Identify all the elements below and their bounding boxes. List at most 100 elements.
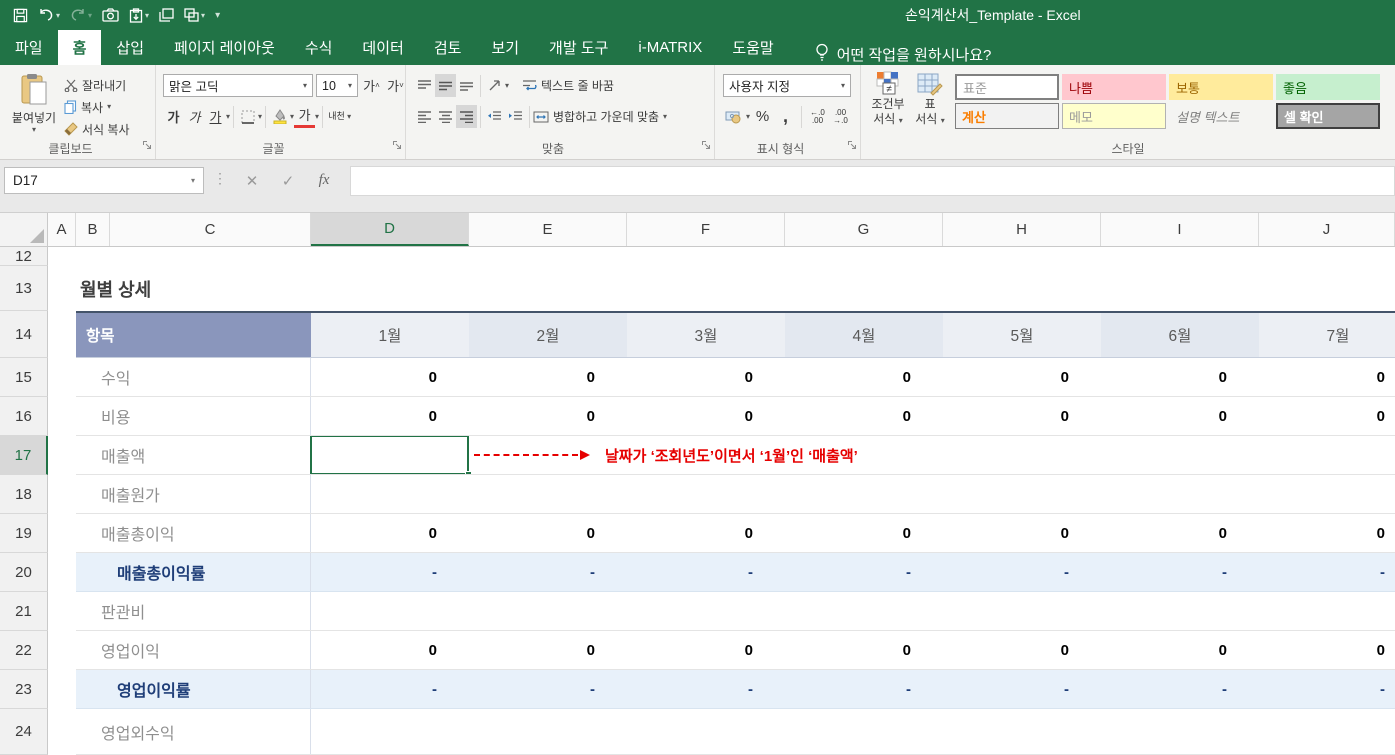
value-cell[interactable] xyxy=(785,475,943,513)
tab-페이지 레이아웃[interactable]: 페이지 레이아웃 xyxy=(159,30,290,65)
row-header-14[interactable]: 14 xyxy=(0,311,48,358)
row-header-13[interactable]: 13 xyxy=(0,266,48,311)
value-cell[interactable] xyxy=(943,436,1101,474)
row-label-cell[interactable]: 매출액 xyxy=(76,436,311,474)
column-header-B[interactable]: B xyxy=(76,213,110,246)
name-box[interactable]: D17▾ xyxy=(4,167,204,194)
tab-데이터[interactable]: 데이터 xyxy=(347,30,418,65)
column-header-A[interactable]: A xyxy=(48,213,76,246)
column-header-J[interactable]: J xyxy=(1259,213,1395,246)
row-label-cell[interactable]: 영업이익률 xyxy=(76,670,311,708)
value-cell[interactable]: 0 xyxy=(1101,631,1259,669)
value-cell[interactable] xyxy=(627,592,785,630)
duplicate-icon[interactable] xyxy=(156,6,177,24)
tell-me-box[interactable]: 어떤 작업을 원하시나요? xyxy=(815,43,992,65)
value-cell[interactable]: - xyxy=(1259,553,1395,591)
underline-button[interactable]: 가 xyxy=(205,105,226,128)
value-cell[interactable] xyxy=(1101,475,1259,513)
cell-style-neutral[interactable]: 보통 xyxy=(1169,74,1273,100)
value-cell[interactable]: 0 xyxy=(627,514,785,552)
bold-button[interactable]: 가 xyxy=(163,105,184,128)
value-cell[interactable]: 0 xyxy=(1259,397,1395,435)
font-size-combo[interactable]: 10▾ xyxy=(316,74,358,97)
font-color-button[interactable]: 가 xyxy=(294,105,315,128)
value-cell[interactable]: 0 xyxy=(469,358,627,396)
decrease-decimal-button[interactable]: .00→.0 xyxy=(830,105,851,128)
row-header-23[interactable]: 23 xyxy=(0,670,48,709)
value-cell[interactable] xyxy=(785,592,943,630)
tab-개발 도구[interactable]: 개발 도구 xyxy=(534,30,623,65)
value-cell[interactable]: - xyxy=(469,553,627,591)
wrap-text-button[interactable]: 텍스트 줄 바꿈 xyxy=(522,75,614,97)
value-cell[interactable] xyxy=(1101,592,1259,630)
value-cell[interactable]: 0 xyxy=(1101,514,1259,552)
align-left-button[interactable] xyxy=(414,105,435,128)
row-label-cell[interactable]: 영업이익 xyxy=(76,631,311,669)
value-cell[interactable] xyxy=(943,709,1101,754)
row-header-21[interactable]: 21 xyxy=(0,592,48,631)
increase-font-size-button[interactable]: 가˄ xyxy=(361,74,382,97)
percent-style-button[interactable]: % xyxy=(752,105,773,128)
fill-color-button[interactable] xyxy=(269,105,290,128)
value-cell[interactable] xyxy=(311,709,469,754)
value-cell[interactable]: - xyxy=(785,670,943,708)
undo-icon[interactable]: ▾ xyxy=(35,6,63,24)
value-cell[interactable]: 0 xyxy=(943,631,1101,669)
value-cell[interactable]: - xyxy=(311,553,469,591)
value-cell[interactable] xyxy=(469,475,627,513)
dialog-launcher-icon[interactable] xyxy=(392,137,402,155)
value-cell[interactable] xyxy=(1101,436,1259,474)
font-name-combo[interactable]: 맑은 고딕▾ xyxy=(163,74,313,97)
value-cell[interactable]: 0 xyxy=(785,514,943,552)
tab-수식[interactable]: 수식 xyxy=(290,30,348,65)
selected-cell-D17[interactable] xyxy=(311,436,469,474)
conditional-formatting-button[interactable]: ≠ 조건부 서식 ▾ xyxy=(867,71,909,127)
align-top-button[interactable] xyxy=(414,74,435,97)
value-cell[interactable]: 0 xyxy=(785,397,943,435)
merge-center-button[interactable]: 병합하고 가운데 맞춤▾ xyxy=(533,106,667,128)
column-header-E[interactable]: E xyxy=(469,213,627,246)
column-header-D[interactable]: D xyxy=(311,213,469,246)
value-cell[interactable]: - xyxy=(627,670,785,708)
arrange-icon[interactable]: ▾ xyxy=(181,6,208,24)
save-icon[interactable] xyxy=(10,6,31,25)
value-cell[interactable] xyxy=(311,592,469,630)
value-cell[interactable]: 0 xyxy=(1259,514,1395,552)
paste-button[interactable]: 붙여넣기 ▾ xyxy=(6,73,62,134)
row-label-cell[interactable]: 매출총이익 xyxy=(76,514,311,552)
cell-style-explain[interactable]: 설명 텍스트 xyxy=(1169,103,1273,129)
value-cell[interactable] xyxy=(627,475,785,513)
accounting-format-button[interactable] xyxy=(723,105,744,128)
tab-홈[interactable]: 홈 xyxy=(58,30,102,65)
value-cell[interactable]: 0 xyxy=(311,631,469,669)
value-cell[interactable]: 0 xyxy=(311,514,469,552)
cell-style-note[interactable]: 메모 xyxy=(1062,103,1166,129)
value-cell[interactable] xyxy=(469,592,627,630)
number-format-combo[interactable]: 사용자 지정▾ xyxy=(723,74,851,97)
cell-style-bad[interactable]: 나쁨 xyxy=(1062,74,1166,100)
dialog-launcher-icon[interactable] xyxy=(142,137,152,155)
qat-customize-icon[interactable]: ▾ xyxy=(212,8,223,23)
row-label-cell[interactable]: 판관비 xyxy=(76,592,311,630)
table-header-month-3월[interactable]: 3월 xyxy=(627,313,785,357)
value-cell[interactable]: - xyxy=(627,553,785,591)
decrease-font-size-button[interactable]: 가˅ xyxy=(385,74,406,97)
decrease-indent-button[interactable] xyxy=(484,105,505,128)
paste-special-icon[interactable]: ▾ xyxy=(126,6,152,25)
row-header-19[interactable]: 19 xyxy=(0,514,48,553)
tab-삽입[interactable]: 삽입 xyxy=(101,30,159,65)
value-cell[interactable] xyxy=(785,709,943,754)
value-cell[interactable]: 0 xyxy=(1101,397,1259,435)
table-header-month-2월[interactable]: 2월 xyxy=(469,313,627,357)
column-header-C[interactable]: C xyxy=(110,213,311,246)
value-cell[interactable]: 0 xyxy=(469,514,627,552)
table-header-month-1월[interactable]: 1월 xyxy=(311,313,469,357)
value-cell[interactable] xyxy=(1259,592,1395,630)
row-label-cell[interactable]: 영업외수익 xyxy=(76,709,311,754)
table-header-month-6월[interactable]: 6월 xyxy=(1101,313,1259,357)
cell-style-calc[interactable]: 계산 xyxy=(955,103,1059,129)
cut-button[interactable]: 잘라내기 xyxy=(64,74,130,96)
row-label-cell[interactable]: 매출총이익률 xyxy=(76,553,311,591)
align-bottom-button[interactable] xyxy=(456,74,477,97)
row-label-cell[interactable]: 수익 xyxy=(76,358,311,396)
